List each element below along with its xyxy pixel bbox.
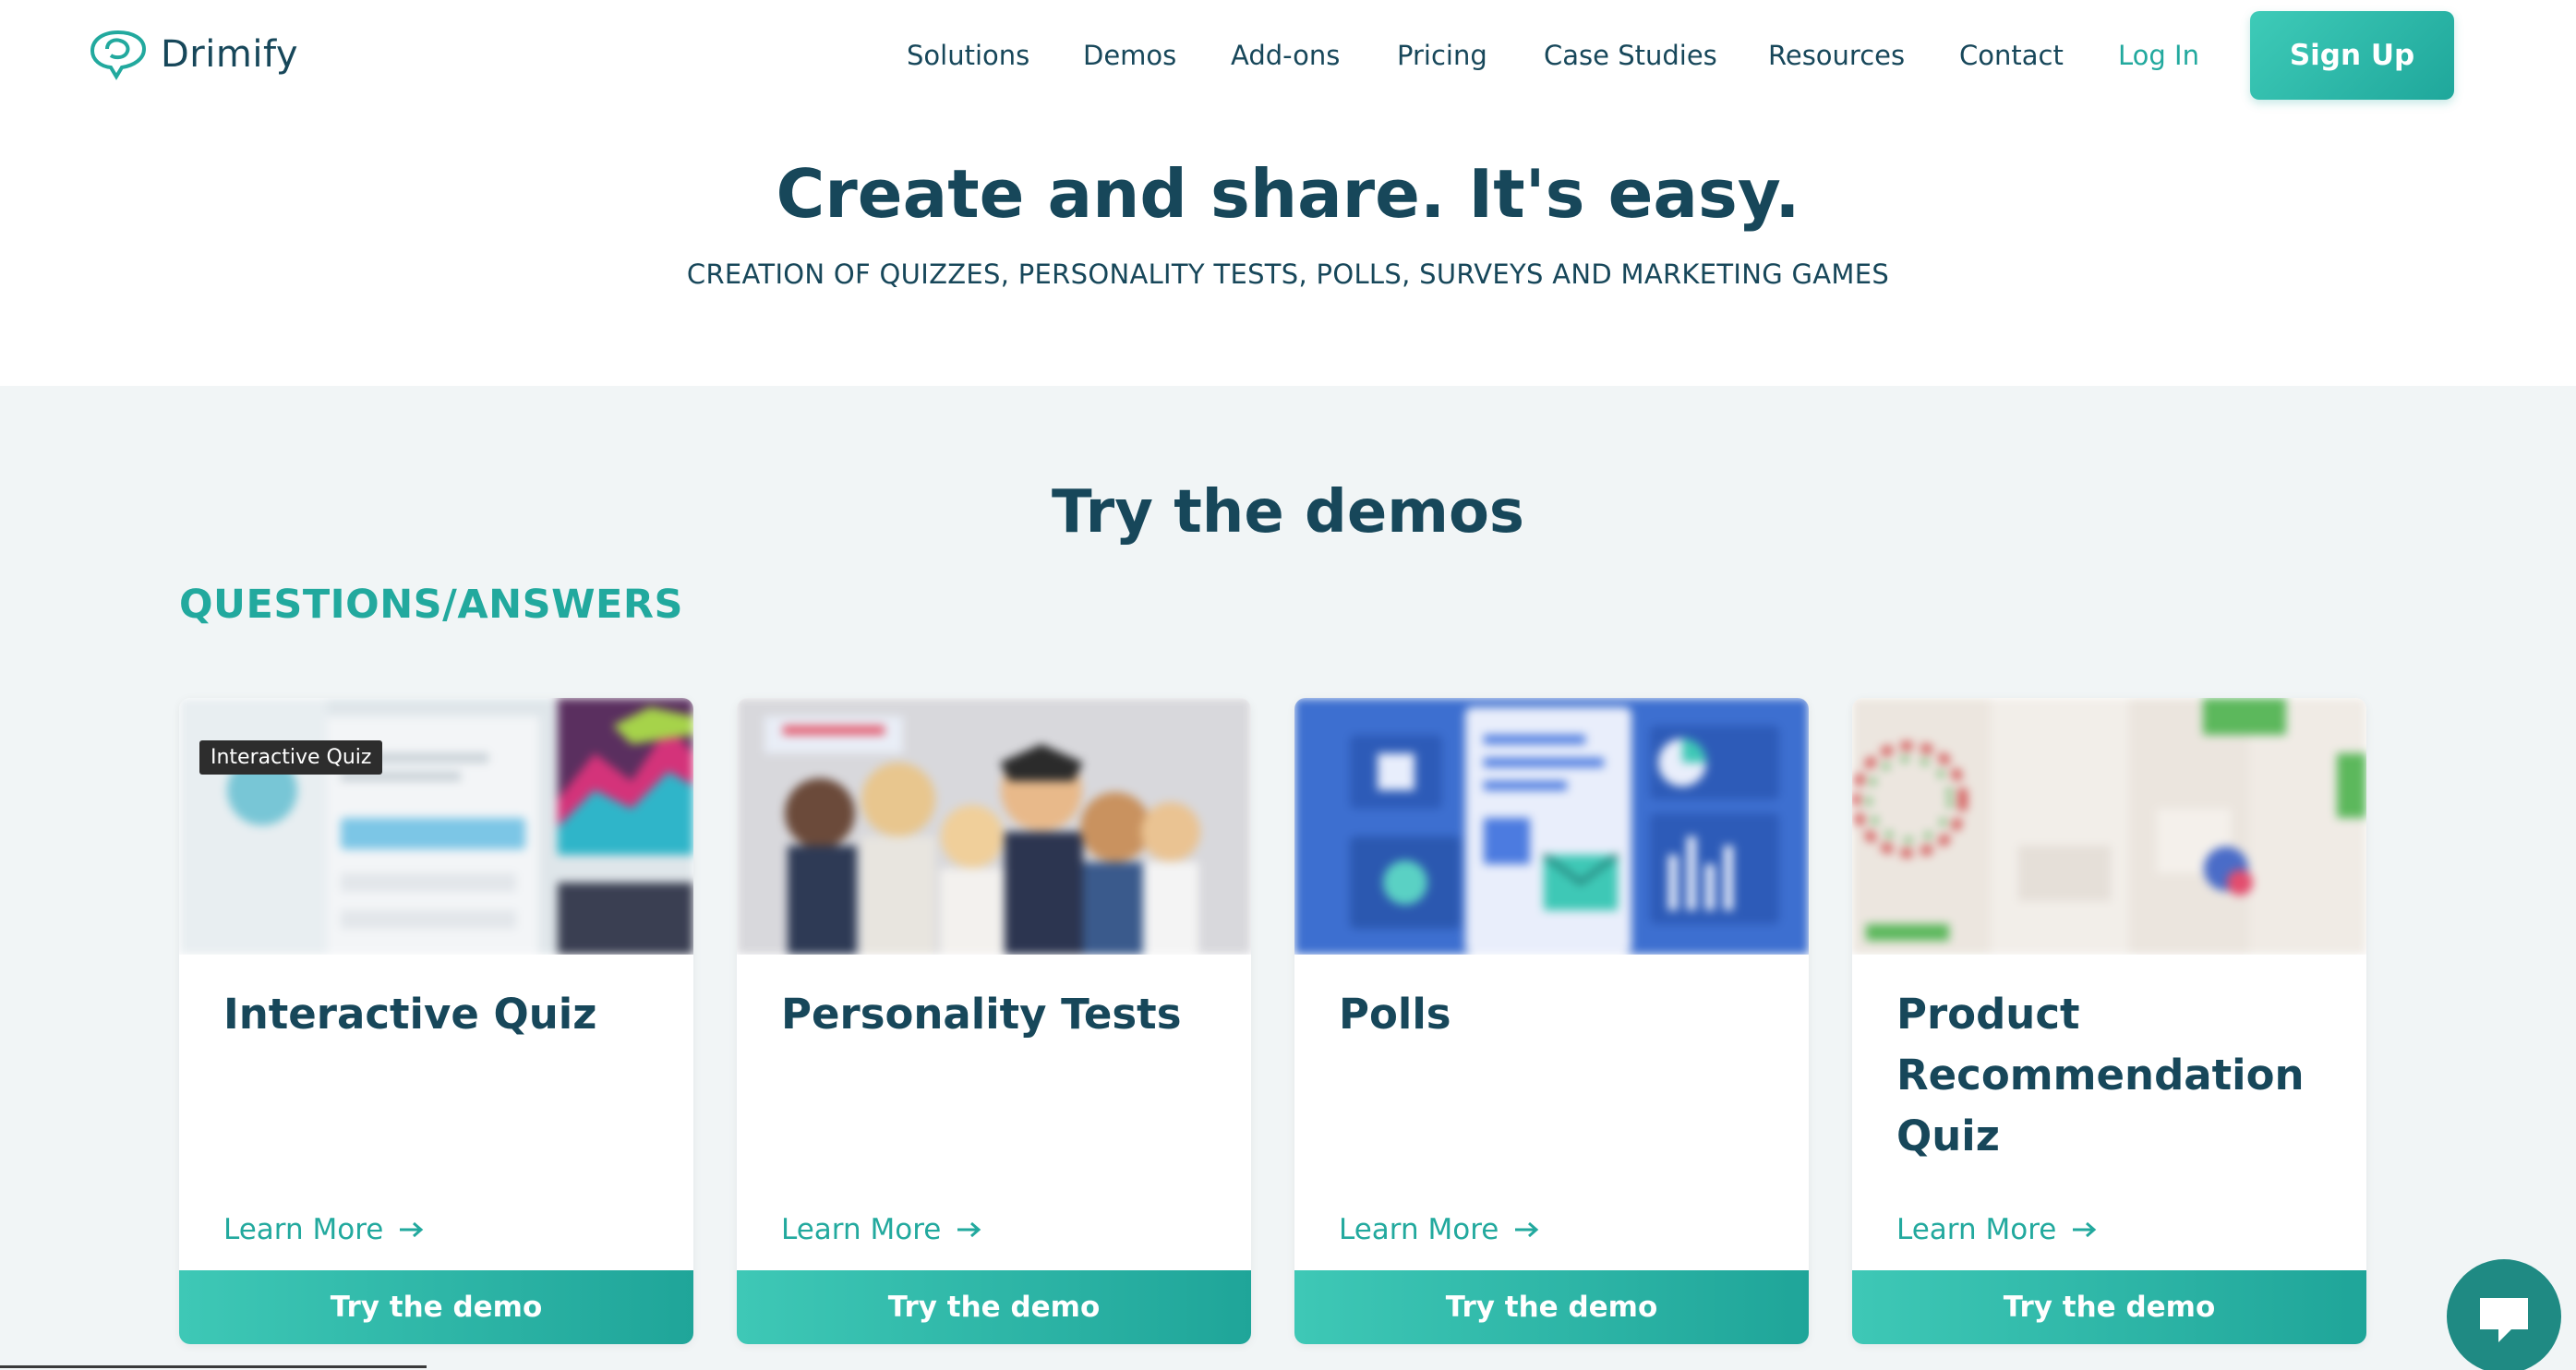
- learn-more-link[interactable]: Learn More: [1896, 1213, 2099, 1246]
- arrow-right-icon: [957, 1221, 981, 1238]
- card-image: [1852, 698, 2366, 955]
- quiz-preview-image: [179, 698, 693, 955]
- try-demo-button[interactable]: Try the demo: [1852, 1270, 2366, 1344]
- nav-pricing[interactable]: Pricing: [1397, 31, 1487, 79]
- hero-subtitle: CREATION OF QUIZZES, PERSONALITY TESTS, …: [686, 258, 1890, 290]
- try-demo-button[interactable]: Try the demo: [737, 1270, 1251, 1344]
- brand-name: Drimify: [161, 33, 298, 76]
- card-title: Interactive Quiz: [223, 990, 597, 1039]
- site-header: Drimify Solutions Demos Add-ons Pricing …: [0, 0, 2576, 111]
- learn-more-link[interactable]: Learn More: [223, 1213, 426, 1246]
- chat-widget-button[interactable]: [2447, 1259, 2561, 1370]
- chat-icon: [2480, 1298, 2528, 1342]
- try-demo-button[interactable]: Try the demo: [1294, 1270, 1809, 1344]
- login-link[interactable]: Log In: [2118, 31, 2199, 79]
- try-demo-button[interactable]: Try the demo: [179, 1270, 693, 1344]
- card-image: [1294, 698, 1809, 955]
- arrow-right-icon: [1515, 1221, 1539, 1238]
- learn-more-label: Learn More: [223, 1213, 384, 1246]
- demos-title: Try the demos: [1052, 478, 1524, 547]
- hero-title: Create and share. It's easy.: [776, 155, 1800, 233]
- arrow-right-icon: [2073, 1221, 2097, 1238]
- learn-more-label: Learn More: [1339, 1213, 1499, 1246]
- card-badge: Interactive Quiz: [199, 740, 383, 775]
- learn-more-link[interactable]: Learn More: [1339, 1213, 1541, 1246]
- nav-resources[interactable]: Resources: [1768, 31, 1905, 79]
- card-image: Interactive Quiz: [179, 698, 693, 955]
- demo-card-personality-tests[interactable]: Personality Tests Learn More Try the dem…: [737, 698, 1251, 1344]
- personality-preview-image: [737, 698, 1251, 955]
- drimify-logo-icon: [90, 30, 147, 80]
- polls-preview-image: [1294, 698, 1809, 955]
- card-title: Product Recommendation Quiz: [1896, 990, 2305, 1160]
- demo-card-interactive-quiz[interactable]: Interactive Quiz Interactive Quiz Learn …: [179, 698, 693, 1344]
- card-title: Polls: [1339, 990, 1451, 1039]
- nav-case-studies[interactable]: Case Studies: [1544, 31, 1717, 79]
- demo-card-product-recommendation-quiz[interactable]: Product Recommendation Quiz Learn More T…: [1852, 698, 2366, 1344]
- card-title: Personality Tests: [781, 990, 1182, 1039]
- learn-more-label: Learn More: [1896, 1213, 2057, 1246]
- nav-contact[interactable]: Contact: [1959, 31, 2064, 79]
- card-image: [737, 698, 1251, 955]
- drimify-logo[interactable]: Drimify: [89, 28, 298, 81]
- section-label: QUESTIONS/ANSWERS: [179, 582, 683, 628]
- product-quiz-preview-image: [1852, 698, 2366, 955]
- nav-solutions[interactable]: Solutions: [907, 31, 1029, 79]
- nav-add-ons[interactable]: Add-ons: [1231, 31, 1340, 79]
- sign-up-button[interactable]: Sign Up: [2250, 11, 2454, 100]
- demos-section: Try the demos QUESTIONS/ANSWERS Interact: [0, 386, 2576, 1370]
- bottom-divider: [0, 1365, 427, 1368]
- nav-demos[interactable]: Demos: [1083, 31, 1176, 79]
- learn-more-link[interactable]: Learn More: [781, 1213, 983, 1246]
- arrow-right-icon: [400, 1221, 424, 1238]
- demo-card-polls[interactable]: Polls Learn More Try the demo: [1294, 698, 1809, 1344]
- learn-more-label: Learn More: [781, 1213, 942, 1246]
